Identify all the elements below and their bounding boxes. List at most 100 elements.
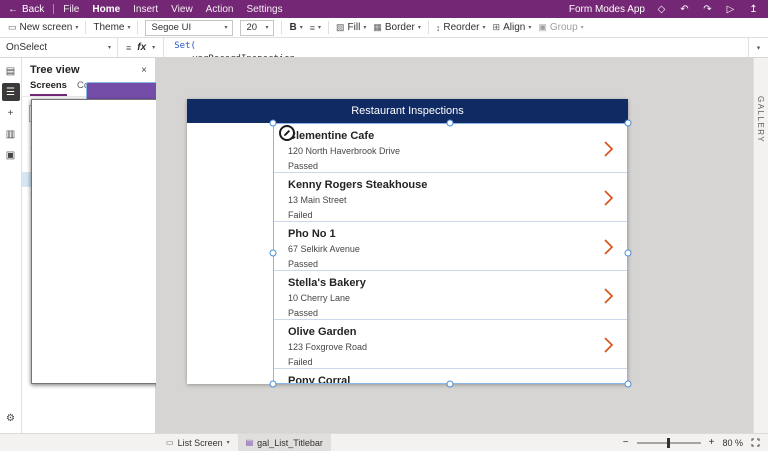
right-properties-rail[interactable]: GALLERY [753,58,768,433]
zoom-level: 80 % [722,438,743,448]
align-button[interactable]: ⊞ Align ▾ [493,22,532,33]
new-screen-button[interactable]: ▭ New screen ▾ [8,22,78,33]
titlebar-icons: ◇ ↶ ↷ ▷ ↥ [655,4,760,15]
group-icon: ▣ [538,22,547,33]
chevron-down-icon: ▾ [108,44,111,51]
zoom-slider-handle[interactable] [667,438,670,448]
theme-button[interactable]: Theme ▾ [93,22,130,33]
screen-title-label: Restaurant Inspections [351,105,464,117]
property-select[interactable]: OnSelect ▾ [0,38,118,57]
statusbar-control-breadcrumb[interactable]: ▤ gal_List_Titlebar [238,434,331,451]
zoom-in-button[interactable]: + [709,437,715,448]
font-size-select[interactable]: 20 ▾ [240,20,274,36]
chevron-down-icon: ▾ [581,24,584,31]
menu-view[interactable]: View [171,4,193,15]
tree-item-form screen[interactable]: ▾Form Screen [22,187,155,202]
zoom-out-button[interactable]: − [623,437,629,448]
selection-handle[interactable] [270,120,277,127]
menu-action[interactable]: Action [206,4,234,15]
font-family-select[interactable]: Segoe UI ▾ [145,20,233,36]
app-checker-icon[interactable]: ◇ [655,4,668,15]
zoom-slider[interactable] [637,442,701,444]
gallery-item-address: 123 Foxgrove Road [288,341,593,353]
gallery-item-name: Stella's Bakery [288,277,593,290]
insert-icon[interactable]: + [2,104,20,122]
selection-handle[interactable] [270,250,277,257]
gallery-item-address: 120 North Haverbrook Drive [288,145,593,157]
menu-file[interactable]: File [63,4,79,15]
advanced-tools-icon[interactable]: ⚙ [2,409,20,427]
redo-icon[interactable]: ↷ [701,4,714,15]
gallery-item-status: Passed [288,160,593,172]
fit-to-window-icon[interactable] [751,438,760,447]
statusbar-screen-selector[interactable]: ▭ List Screen ▾ [158,434,238,451]
selection-handle[interactable] [625,120,632,127]
formula-input[interactable]: Set( varRecordInspection [164,38,748,57]
gallery-item[interactable]: Kenny Rogers Steakhouse 13 Main Street Fai… [274,173,627,222]
selection-handle[interactable] [625,381,632,388]
chevron-down-icon: ▾ [224,24,227,31]
gallery-item-address: 67 Selkirk Avenue [288,243,593,255]
edit-gallery-pencil-button[interactable] [279,125,295,141]
text-align-icon: ≡ [310,23,315,33]
tab-screens[interactable]: Screens [30,79,67,96]
selection-handle[interactable] [447,381,454,388]
tree-view-panel: Tree view × ScreensComponents ⊞App▾List … [22,58,156,433]
menu-insert[interactable]: Insert [133,4,158,15]
selection-handle[interactable] [625,250,632,257]
gallery-item-name: Pony Corral [288,375,593,384]
selection-handle[interactable] [270,381,277,388]
media-icon[interactable]: ▣ [2,146,20,164]
gallery-item[interactable]: Olive Garden123 Foxgrove RoadFailed [274,320,627,369]
fx-icon: fx [137,42,146,53]
gallery-item-address: 13 Main Street [288,194,593,206]
chevron-down-icon: ▾ [75,24,78,31]
back-icon: ← [8,4,18,15]
chevron-right-icon [603,189,614,212]
chevron-down-icon: ▾ [418,24,421,31]
chevron-right-icon [603,140,614,163]
back-label: Back [22,4,44,15]
border-button[interactable]: ▦ Border ▾ [373,22,421,33]
gallery-item-status: Failed [288,209,593,221]
screen-titlebar[interactable]: Restaurant Inspections [187,99,628,123]
gallery-item-name: Clementine Cafe [288,130,593,143]
tree-view-icon[interactable]: ☰ [2,83,20,101]
chevron-down-icon: ▾ [483,24,486,31]
chevron-down-icon: ▾ [265,24,268,31]
gallery-item-status: Passed [288,307,593,319]
close-icon[interactable]: × [141,65,147,76]
main-area: ▤ ☰ + ▥ ▣ ⚙ Tree view × ScreensComponents ⊞Ap… [0,58,768,433]
formula-line-2: varRecordInspection [174,53,748,57]
gallery-item[interactable]: Clementine Cafe 120 North Haverbrook Driv… [274,124,627,173]
group-button: ▣ Group ▾ [538,22,583,33]
pencil-icon [283,129,291,137]
gallery-item-name: Kenny Rogers Steakhouse [288,179,593,192]
undo-icon[interactable]: ↶ [678,4,691,15]
data-icon[interactable]: ▥ [2,125,20,143]
chevron-right-icon [603,287,614,310]
gallery-icon: ▤ [246,438,254,447]
menu-home[interactable]: Home [92,4,120,15]
text-align-button[interactable]: ≡ ▾ [310,23,321,33]
selection-handle[interactable] [447,120,454,127]
tree-view-title: Tree view [30,64,80,76]
gallery-item[interactable]: Pho No 167 Selkirk AvenuePassed [274,222,627,271]
restaurant-gallery[interactable]: Clementine Cafe 120 North Haverbrook Driv… [273,123,628,384]
chevron-right-icon [603,238,614,261]
formula-expand-button[interactable]: ▾ [748,38,768,57]
formula-bar: OnSelect ▾ ≡ fx ▾ Set( varRecordInspecti… [0,38,768,58]
app-screen[interactable]: Restaurant Inspections Clementine Cafe 12… [187,99,628,384]
status-bar: ▭ List Screen ▾ ▤ gal_List_Titlebar − + … [0,433,768,451]
publish-icon[interactable]: ↥ [747,4,760,15]
fill-button[interactable]: ▧ Fill ▾ [336,22,366,33]
back-button[interactable]: ← Back [8,4,44,15]
menu-settings[interactable]: Settings [246,4,282,15]
gallery-item[interactable]: Stella's Bakery10 Cherry LanePassed [274,271,627,320]
reorder-button[interactable]: ↕ Reorder ▾ [436,22,486,33]
bold-button[interactable]: B ▾ [289,22,302,33]
design-canvas[interactable]: Restaurant Inspections Clementine Cafe 12… [156,58,753,433]
screens-icon[interactable]: ▤ [2,62,20,80]
preview-app-icon[interactable]: ▷ [724,4,737,15]
ribbon-toolbar: ▭ New screen ▾ Theme ▾ Segoe UI ▾ 20 ▾ B… [0,18,768,38]
